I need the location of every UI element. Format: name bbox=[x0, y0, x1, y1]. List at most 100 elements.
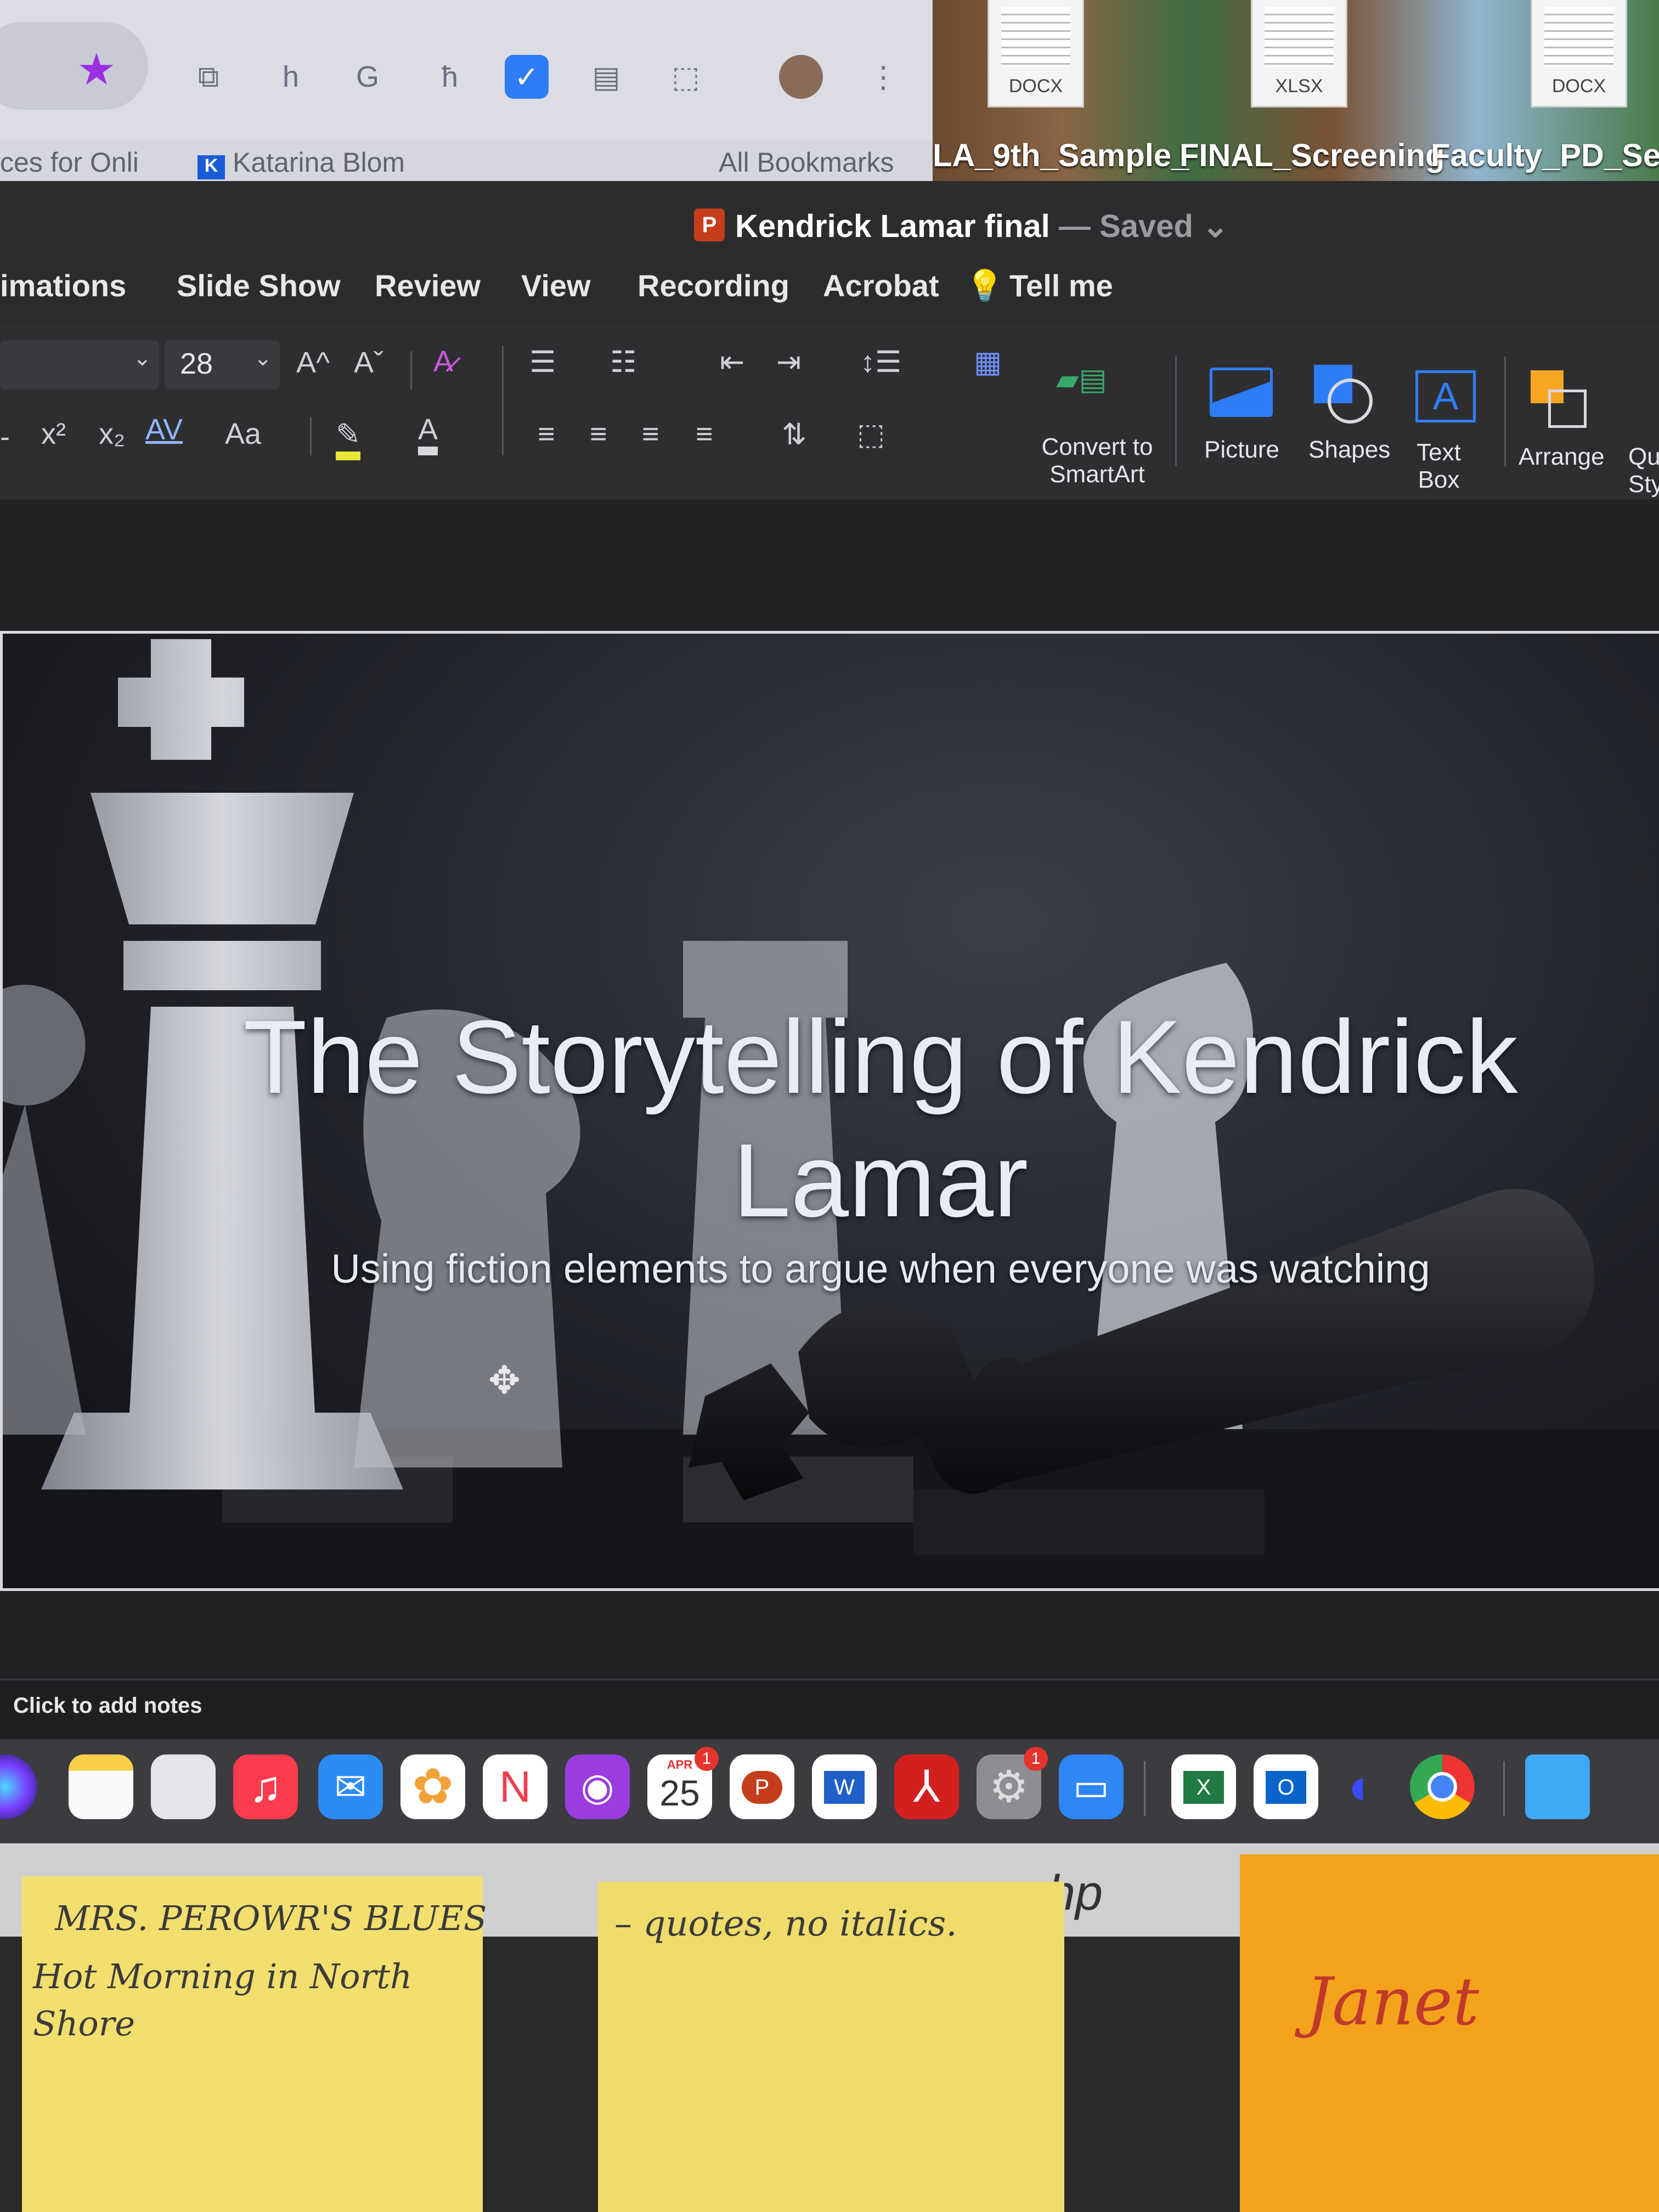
sticky-note-left: MRS. PEROWR'S BLUES Hot Morning in North… bbox=[22, 1876, 487, 2212]
mac-dock: ♫ ✉ ✿ N ◉ APR 25 1 P W ⅄ ⚙ 1 ▭ X O ◐ bbox=[0, 1739, 1659, 1843]
chrome-icon[interactable] bbox=[1410, 1754, 1475, 1819]
docx-file-icon[interactable]: DOCX bbox=[1531, 0, 1627, 108]
all-bookmarks[interactable]: All Bookmarks bbox=[719, 146, 894, 178]
text-direction-icon[interactable]: ⇅ bbox=[782, 417, 806, 452]
file-name[interactable]: FINAL_Screening bbox=[1180, 137, 1444, 174]
align-text-icon[interactable]: ⬚ bbox=[857, 417, 885, 452]
keynote-icon[interactable]: ▭ bbox=[1059, 1754, 1124, 1819]
clear-formatting-icon[interactable]: A̷ bbox=[433, 345, 453, 379]
document-name: Kendrick Lamar final bbox=[735, 208, 1050, 244]
white-pawn-piece bbox=[3, 985, 86, 1435]
document-title[interactable]: Kendrick Lamar final — Saved ⌄ bbox=[735, 207, 1229, 245]
photos-icon[interactable]: ✿ bbox=[400, 1754, 465, 1819]
character-spacing-button[interactable]: AV bbox=[145, 413, 183, 447]
smartart-icon[interactable]: ▰▤ bbox=[1056, 362, 1107, 397]
puzzle-extensions-icon[interactable]: ⬚ bbox=[664, 55, 708, 99]
increase-indent-icon[interactable]: ⇥ bbox=[776, 345, 801, 379]
acrobat-icon[interactable]: ⅄ bbox=[894, 1754, 959, 1819]
bookmark-star-icon[interactable]: ★ bbox=[77, 44, 116, 95]
decrease-indent-icon[interactable]: ⇤ bbox=[720, 345, 744, 379]
siri-icon[interactable] bbox=[0, 1754, 37, 1819]
columns-icon[interactable]: ▦ bbox=[974, 345, 1002, 379]
slide-title[interactable]: The Storytelling of Kendrick Lamar bbox=[167, 996, 1594, 1243]
podcasts-icon[interactable]: ◉ bbox=[565, 1754, 630, 1819]
bookmark-item[interactable]: ces for Onli bbox=[0, 146, 139, 178]
font-size-dropdown[interactable]: 28 ⌄ bbox=[165, 340, 280, 390]
bookmark-label: Katarina Blom bbox=[233, 147, 405, 178]
line-spacing-icon[interactable]: ↕☰ bbox=[860, 345, 901, 379]
extension-icon[interactable]: ħ bbox=[428, 55, 472, 99]
file-name[interactable]: Faculty_PD_Sessi bbox=[1431, 137, 1659, 174]
docx-file-icon[interactable]: DOCX bbox=[988, 0, 1084, 108]
subscript-button[interactable]: x₂ bbox=[99, 417, 125, 451]
extension-icon[interactable]: h bbox=[269, 55, 313, 99]
tab-view[interactable]: View bbox=[521, 268, 591, 303]
folder-icon[interactable] bbox=[1525, 1754, 1590, 1819]
quick-styles-label[interactable]: Qu Sty bbox=[1628, 443, 1659, 498]
calendar-icon[interactable]: APR 25 1 bbox=[647, 1747, 719, 1819]
tell-me-search[interactable]: Tell me bbox=[1009, 268, 1113, 303]
font-size-value: 28 bbox=[180, 347, 213, 380]
text-box-icon[interactable]: A bbox=[1415, 370, 1476, 422]
align-right-icon[interactable]: ≡ bbox=[642, 417, 659, 451]
profile-avatar[interactable] bbox=[779, 55, 823, 99]
extension-icon[interactable]: ⧉ bbox=[187, 55, 230, 99]
calendar-badge: 1 bbox=[695, 1747, 719, 1771]
excel-dock-icon[interactable]: X bbox=[1171, 1754, 1236, 1819]
align-left-icon[interactable]: ≡ bbox=[538, 417, 555, 451]
checkbox-extension-icon[interactable]: ✓ bbox=[505, 55, 549, 99]
tab-recording[interactable]: Recording bbox=[637, 268, 789, 303]
bookmark-item[interactable]: K Katarina Blom bbox=[198, 146, 405, 179]
shrink-font-button[interactable]: Aˇ bbox=[354, 346, 383, 380]
xlsx-file-icon[interactable]: XLSX bbox=[1251, 0, 1347, 108]
numbering-icon[interactable]: ☷ bbox=[610, 345, 636, 379]
bullets-icon[interactable]: ☰ bbox=[529, 345, 556, 379]
sticky-note-text: MRS. PEROWR'S BLUES bbox=[55, 1898, 487, 1938]
notes-app-icon[interactable] bbox=[69, 1754, 133, 1819]
picture-label[interactable]: Picture bbox=[1204, 436, 1279, 464]
slide-subtitle[interactable]: Using fiction elements to argue when eve… bbox=[167, 1245, 1594, 1292]
settings-gear-icon[interactable]: ⚙ 1 bbox=[977, 1747, 1048, 1819]
news-icon[interactable]: N bbox=[483, 1754, 548, 1819]
font-color-icon[interactable]: A bbox=[418, 413, 438, 455]
tab-review[interactable]: Review bbox=[375, 268, 481, 303]
file-type-label: DOCX bbox=[1008, 76, 1063, 97]
file-name[interactable]: LA_9th_Sample_ bbox=[933, 137, 1189, 174]
grow-font-button[interactable]: A^ bbox=[296, 346, 330, 380]
desktop-background: DOCX XLSX DOCX LA_9th_Sample_ FINAL_Scre… bbox=[933, 0, 1659, 181]
align-center-icon[interactable]: ≡ bbox=[590, 417, 607, 451]
mail-icon[interactable]: ✉ bbox=[318, 1754, 383, 1819]
text-box-label[interactable]: Text Box bbox=[1413, 439, 1465, 494]
highlight-color-icon[interactable]: ✎ bbox=[336, 417, 361, 460]
outlook-dock-icon[interactable]: O bbox=[1254, 1754, 1318, 1819]
music-icon[interactable]: ♫ bbox=[233, 1754, 298, 1819]
powerpoint-dock-icon[interactable]: P bbox=[730, 1754, 794, 1819]
sticky-note-text: – quotes, no italics. bbox=[614, 1904, 957, 1944]
shapes-label[interactable]: Shapes bbox=[1308, 436, 1390, 464]
address-bar[interactable]: ★ bbox=[0, 22, 148, 110]
more-menu-icon[interactable]: ⋮ bbox=[861, 55, 905, 99]
reader-icon[interactable]: ▤ bbox=[584, 55, 628, 99]
webex-icon[interactable]: ◐ bbox=[1330, 1754, 1395, 1819]
convert-smartart-label[interactable]: Convert to SmartArt bbox=[1040, 433, 1155, 488]
tab-animations[interactable]: imations bbox=[0, 268, 126, 303]
strikethrough-button[interactable]: - bbox=[0, 420, 10, 454]
word-dock-icon[interactable]: W bbox=[812, 1754, 877, 1819]
chevron-down-icon: ⌄ bbox=[253, 346, 272, 370]
title-slide[interactable]: The Storytelling of Kendrick Lamar Using… bbox=[0, 631, 1659, 1591]
justify-icon[interactable]: ≡ bbox=[696, 417, 713, 451]
picture-icon[interactable] bbox=[1210, 368, 1273, 417]
tab-slide-show[interactable]: Slide Show bbox=[177, 268, 341, 303]
arrange-label[interactable]: Arrange bbox=[1519, 443, 1605, 471]
sticky-note-right: Janet bbox=[1240, 1854, 1659, 2212]
settings-badge: 1 bbox=[1024, 1747, 1048, 1771]
chevron-down-icon[interactable]: ⌄ bbox=[1202, 208, 1229, 244]
bookmarks-bar: ces for Onli K Katarina Blom All Bookmark… bbox=[0, 140, 933, 181]
superscript-button[interactable]: x² bbox=[41, 417, 66, 451]
home-ribbon: ⌄ 28 ⌄ A^ Aˇ A̷ - x² x₂ AV Aa ✎ A ☰ ☷ ⇤ … bbox=[0, 324, 1659, 501]
font-name-dropdown[interactable]: ⌄ bbox=[0, 340, 159, 390]
change-case-button[interactable]: Aa bbox=[225, 417, 261, 451]
grammarly-icon[interactable]: G bbox=[346, 55, 390, 99]
tab-acrobat[interactable]: Acrobat bbox=[823, 268, 939, 303]
launchpad-icon[interactable] bbox=[151, 1754, 216, 1819]
